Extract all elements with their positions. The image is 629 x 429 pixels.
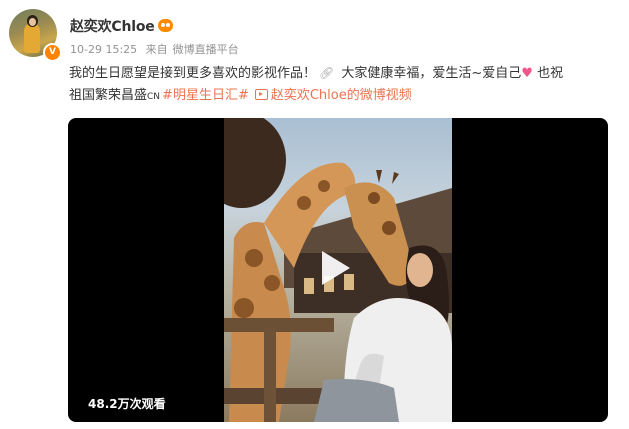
post-text: 我的生日愿望是接到更多喜欢的影视作品！ 🔗︎ 大家健康幸福，爱生活~爱自己♥ 也祝… xyxy=(69,62,614,108)
avatar-container[interactable]: V xyxy=(9,9,62,62)
post-time[interactable]: 10-29 15:25 xyxy=(70,43,137,56)
building-window xyxy=(304,278,314,294)
giraffe-ossicones xyxy=(376,170,399,184)
avatar-face xyxy=(29,18,36,26)
video-player[interactable]: 48.2万次观看 xyxy=(68,118,608,422)
video-thumbnail[interactable] xyxy=(224,118,452,422)
post-text-part1: 我的生日愿望是接到更多喜欢的影视作品！ xyxy=(69,66,317,81)
giraffe-spot xyxy=(245,249,263,267)
giraffe-spot xyxy=(318,180,330,192)
member-badge-icon[interactable] xyxy=(157,19,173,32)
username-row: 赵奕欢Chloe xyxy=(70,18,173,36)
post-meta: 10-29 15:25 来自 微博直播平台 xyxy=(70,43,239,57)
thatch-roof xyxy=(224,118,286,208)
heart-icon: ♥ xyxy=(521,66,533,81)
woman-jeans xyxy=(314,379,399,422)
post-text-part4: 祖国繁荣昌盛 xyxy=(69,88,148,103)
cn-flag-mark: CN xyxy=(147,92,161,102)
giraffe-spot xyxy=(264,275,280,291)
fence-post xyxy=(264,328,276,422)
giraffe-spot xyxy=(297,196,311,210)
post-text-part3: 也祝 xyxy=(537,66,564,81)
fence-rail xyxy=(224,318,334,332)
source-prefix: 来自 xyxy=(145,43,168,56)
view-count: 48.2万次观看 xyxy=(88,397,166,411)
play-icon[interactable] xyxy=(322,251,350,285)
avatar-figure xyxy=(24,23,40,53)
verified-badge-icon: V xyxy=(43,43,62,62)
post-text-part2: 大家健康幸福，爱生活~爱自己 xyxy=(341,66,522,81)
video-link[interactable]: 赵奕欢Chloe的微博视频 xyxy=(271,88,412,103)
giraffe-spot xyxy=(368,192,380,204)
hashtag-link[interactable]: #明星生日汇# xyxy=(162,88,249,103)
weibo-post: V 赵奕欢Chloe 10-29 15:25 来自 微博直播平台 我的生日愿望是接… xyxy=(0,0,629,429)
video-camera-icon xyxy=(254,89,268,100)
giraffe-spot xyxy=(234,298,254,318)
woman-face xyxy=(407,253,433,287)
username-link[interactable]: 赵奕欢Chloe xyxy=(70,19,155,35)
link-icon: 🔗︎ xyxy=(319,66,335,80)
giraffe-spot xyxy=(382,221,396,235)
source-link[interactable]: 微博直播平台 xyxy=(173,43,239,56)
